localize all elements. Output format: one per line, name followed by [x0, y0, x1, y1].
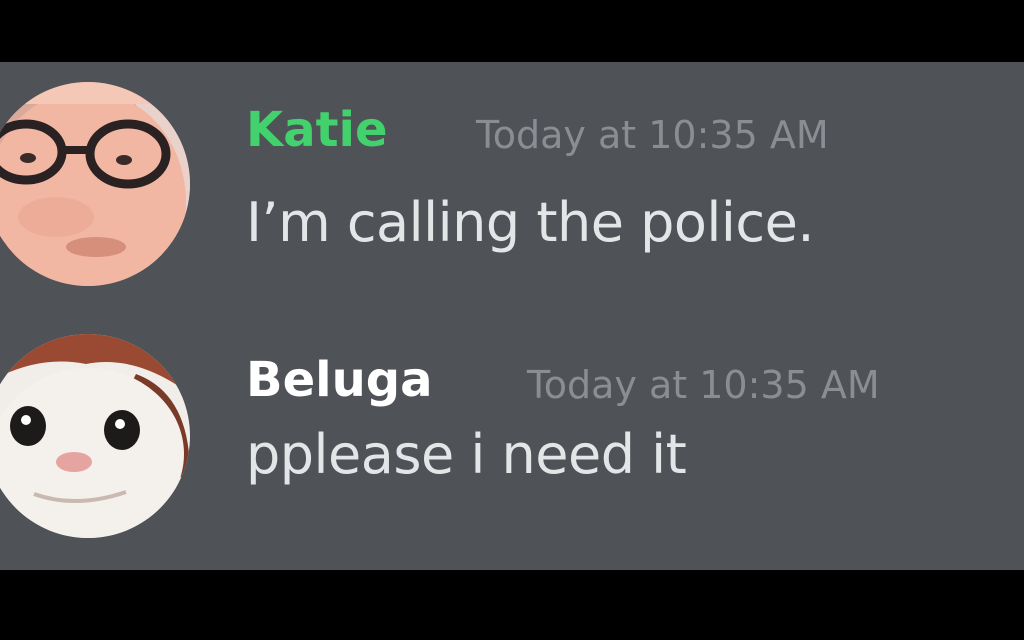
message-timestamp: Today at 10:35 AM — [527, 363, 880, 407]
message-text: I’m calling the police. — [246, 191, 815, 254]
chat-message-list: Katie Today at 10:35 AM I’m calling the … — [0, 62, 1024, 570]
message-text: pplease i need it — [246, 423, 687, 486]
message-author[interactable]: Beluga — [246, 352, 433, 408]
person-with-glasses-avatar-icon — [0, 82, 190, 286]
cat-avatar-icon — [0, 334, 190, 538]
avatar[interactable] — [0, 82, 190, 286]
avatar[interactable] — [0, 334, 190, 538]
video-frame: Katie Today at 10:35 AM I’m calling the … — [0, 0, 1024, 640]
message-timestamp: Today at 10:35 AM — [476, 113, 829, 157]
message-author[interactable]: Katie — [246, 102, 388, 158]
